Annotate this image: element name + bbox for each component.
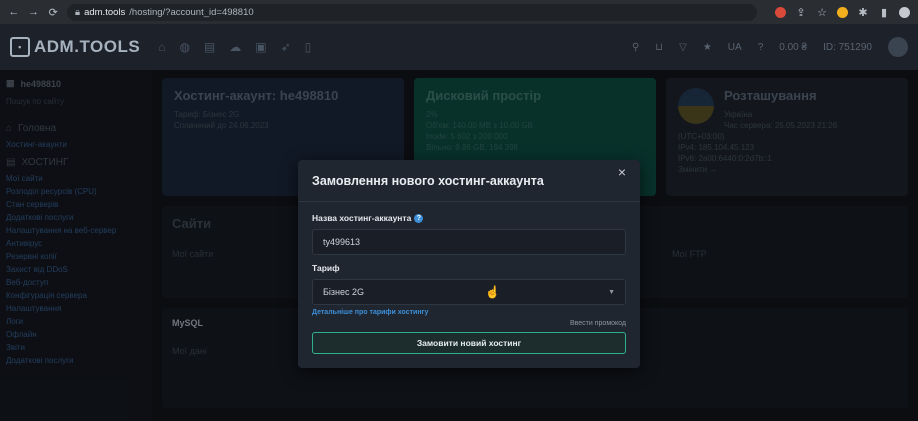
order-hosting-button[interactable]: Замовити новий хостинг [312,332,626,354]
cloud-icon[interactable]: ☁ [229,40,241,54]
modal-body: Назва хостинг-аккаунта ? ty499613 Тариф … [298,202,640,365]
hand-cursor-icon: ☝ [485,285,500,299]
extension-icon[interactable] [775,6,787,18]
tariff-label: Тариф [312,263,340,273]
account-id: ID: 751290 [823,41,872,53]
account-name-label: Назва хостинг-аккаунта ? [312,213,626,223]
url-host: adm.tools [84,6,126,18]
url-path: /hosting/?account_id=498810 [129,6,254,18]
avatar[interactable] [888,37,908,57]
reload-icon[interactable]: ⟳ [47,6,59,19]
modal-title: Замовлення нового хостинг-аккаунта [312,173,544,188]
tariff-select[interactable]: Бізнес 2G ▼ [312,279,626,305]
box-icon[interactable]: ▣ [255,40,266,54]
chevron-down-icon: ▼ [608,288,615,296]
promo-code-link[interactable]: Ввести промокод [312,320,626,327]
star-icon[interactable]: ☆ [816,6,828,19]
language-switch[interactable]: UA [728,42,742,53]
order-hosting-modal: Замовлення нового хостинг-аккаунта × Наз… [298,160,640,368]
info-icon[interactable]: ? [414,213,424,223]
logo-icon: ▪ [10,37,30,57]
globe-icon[interactable]: ◍ [179,40,189,54]
extension-icon[interactable] [837,6,849,18]
share-icon[interactable]: ⇪ [795,6,807,19]
favorite-icon[interactable]: ★ [703,42,712,53]
close-icon[interactable]: × [618,164,626,180]
profile-icon[interactable] [899,6,911,18]
cart-icon[interactable]: ⊔ [655,42,663,53]
puzzle-icon[interactable]: ✱ [857,6,869,19]
app-header: ▪ ADM.TOOLS ⌂ ◍ ▤ ☁ ▣ ➶ ▯ ⚲ ⊔ ▽ ★ UA ? 0… [0,24,918,70]
location-icon[interactable]: ⚲ [632,42,639,53]
sidepanel-icon[interactable]: ▮ [878,6,890,19]
rocket-icon[interactable]: ➶ [281,40,291,54]
logo[interactable]: ▪ ADM.TOOLS [10,37,140,57]
help-icon[interactable]: ? [758,42,764,53]
home-icon[interactable]: ⌂ [158,40,165,54]
filter-icon[interactable]: ▽ [679,42,687,53]
back-icon[interactable]: ← [8,6,20,18]
tariff-selected-value: Бізнес 2G [323,287,365,297]
lock-icon: 🔒︎ [75,6,81,18]
modal-header: Замовлення нового хостинг-аккаунта × [298,160,640,202]
browser-toolbar: ← → ⟳ 🔒︎ adm.tools/hosting/?account_id=4… [0,0,918,24]
server-icon[interactable]: ▤ [204,40,215,54]
forward-icon[interactable]: → [28,6,40,18]
doc-icon[interactable]: ▯ [305,40,312,54]
address-bar[interactable]: 🔒︎ adm.tools/hosting/?account_id=498810 [67,3,758,21]
account-name-input[interactable]: ty499613 [312,229,626,255]
balance[interactable]: 0.00 ₴ [779,42,807,53]
logo-text: ADM.TOOLS [34,37,141,56]
tariff-details-link[interactable]: Детальніше про тарифи хостингу [312,309,626,316]
